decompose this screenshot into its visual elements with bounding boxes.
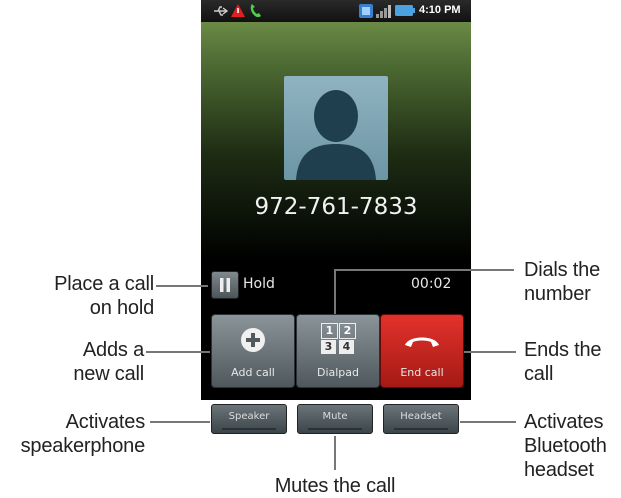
- battery-icon: [395, 5, 415, 16]
- dialpad-label: Dialpad: [316, 366, 360, 379]
- leader-line-dialpad-v: [334, 269, 336, 314]
- dialpad-key: 1: [321, 323, 338, 339]
- annotation-hold: Place a call on hold: [54, 272, 154, 320]
- annotation-hold-line2: on hold: [89, 297, 154, 319]
- annotation-dialpad-line2: number: [524, 283, 591, 305]
- annotation-add-line2: new call: [73, 363, 144, 385]
- annotation-hold-line1: Place a call: [54, 273, 154, 295]
- add-call-button[interactable]: Add call: [211, 314, 295, 388]
- add-icon: [241, 328, 265, 352]
- dialpad-key: 2: [339, 323, 356, 339]
- add-call-label: Add call: [231, 366, 275, 379]
- headset-label: Headset: [400, 411, 442, 422]
- active-call-icon: [250, 4, 261, 18]
- annotation-add-line1: Adds a: [82, 339, 144, 361]
- dialpad-key: 3: [321, 340, 336, 354]
- usb-icon: [214, 6, 229, 16]
- annotation-end-call: Ends the call: [524, 338, 602, 386]
- speaker-label: Speaker: [228, 411, 270, 422]
- annotation-add-call: Adds a new call: [73, 338, 144, 386]
- signal-icon: [376, 5, 391, 18]
- annotation-speaker-line2: speakerphone: [20, 435, 146, 457]
- status-bar: 4:10 PM: [201, 0, 471, 22]
- headset-indicator: [394, 428, 448, 430]
- leader-line-add-call: [146, 351, 210, 353]
- leader-line-end-call: [464, 351, 516, 353]
- leader-line-headset: [460, 421, 516, 423]
- leader-line-speaker: [150, 421, 210, 423]
- mute-label: Mute: [322, 411, 348, 422]
- dialpad-icon: 1 2 3 4: [321, 323, 357, 357]
- end-call-label: End call: [400, 366, 444, 379]
- caller-phone-number: 972-761-7833: [254, 194, 418, 220]
- annotation-dialpad: Dials the number: [524, 258, 600, 306]
- hold-label: Hold: [243, 276, 275, 292]
- call-timer: 00:02: [411, 276, 452, 292]
- annotation-mute: Mutes the call: [274, 475, 396, 497]
- annotation-speaker-line1: Activates: [65, 411, 146, 433]
- annotation-dialpad-line1: Dials the: [524, 259, 601, 281]
- hold-button[interactable]: [211, 271, 239, 299]
- annotation-headset-line1: Activates: [524, 411, 604, 433]
- leader-line-dialpad-h: [334, 269, 514, 271]
- contact-silhouette-icon: [296, 90, 376, 180]
- annotation-speaker: Activates speakerphone: [20, 410, 146, 458]
- leader-line-hold: [156, 285, 208, 287]
- annotation-headset-line2: Bluetooth: [524, 435, 607, 457]
- pause-icon: [220, 278, 230, 292]
- end-call-button[interactable]: End call: [380, 314, 464, 388]
- status-time: 4:10 PM: [419, 4, 461, 16]
- dialpad-key: 4: [339, 340, 354, 354]
- headset-button[interactable]: Headset: [383, 404, 459, 434]
- annotation-end-line1: Ends the: [524, 339, 602, 361]
- sync-icon: [359, 4, 373, 18]
- speaker-button[interactable]: Speaker: [211, 404, 287, 434]
- mute-button[interactable]: Mute: [297, 404, 373, 434]
- dialpad-button[interactable]: 1 2 3 4 Dialpad: [296, 314, 380, 388]
- mute-indicator: [308, 428, 362, 430]
- annotation-headset: Activates Bluetooth headset: [524, 410, 607, 482]
- speaker-indicator: [222, 428, 276, 430]
- annotation-end-line2: call: [524, 363, 554, 385]
- hang-up-icon: [405, 337, 439, 347]
- contact-avatar: [284, 76, 388, 180]
- warning-icon: [231, 4, 245, 17]
- leader-line-mute: [334, 436, 336, 470]
